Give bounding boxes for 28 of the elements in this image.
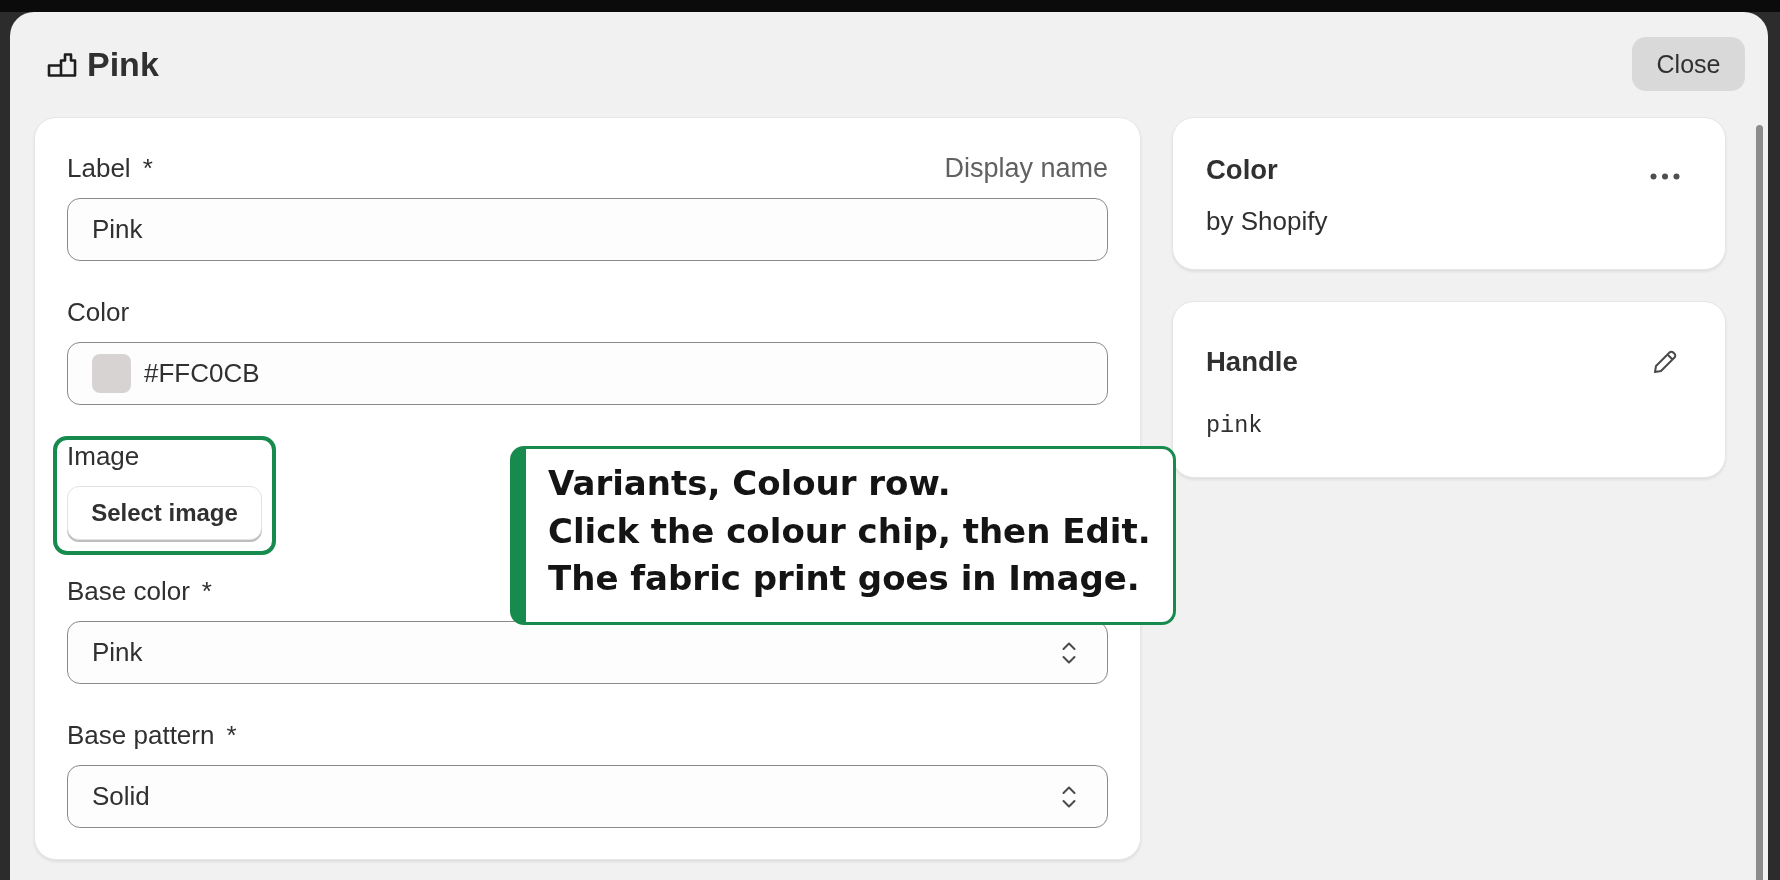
blocks-icon [47,51,77,77]
select-field[interactable]: Solid [67,765,1108,828]
field-label: Color [67,296,130,328]
field-label: Image [67,440,140,472]
card-title: Handle [1206,346,1298,378]
pencil-icon[interactable] [1652,349,1678,375]
field-label: Base pattern [67,719,215,751]
text-input[interactable]: Pink [67,198,1108,261]
select-image-button[interactable]: Select image [67,486,262,540]
callout-line: Click the colour chip, then Edit. [548,509,1151,553]
required-mark: * [226,719,237,751]
close-button[interactable]: Close [1632,37,1745,91]
color-field[interactable]: #FFC0CB [67,342,1108,405]
swatch-icon [92,354,131,393]
required-mark: * [142,152,153,184]
card-title: Color [1206,154,1278,186]
required-mark: * [201,575,212,607]
scrollbar-thumb[interactable] [1756,125,1763,880]
more-icon[interactable] [1650,172,1680,180]
field-label: Base color [67,575,190,607]
callout-line: Variants, Colour row. [548,462,952,505]
dialog-title: Pink [87,44,159,84]
callout-line: The fabric print goes in Image. [548,557,1141,600]
card-subtitle: by Shopify [1206,205,1329,237]
handle-value: pink [1206,411,1264,441]
field-label: Label [67,152,131,184]
select-field[interactable]: Pink [67,621,1108,684]
field-hint: Display name [944,152,1108,184]
